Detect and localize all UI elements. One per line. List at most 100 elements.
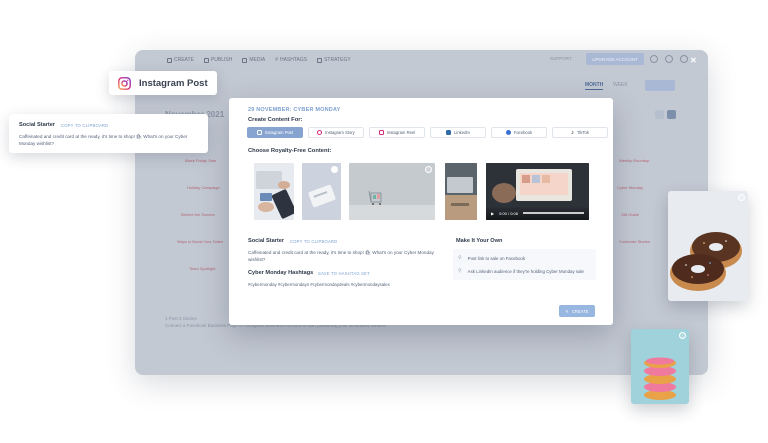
lightbulb-icon: ⚲ <box>458 268 462 274</box>
copy-to-clipboard-link[interactable]: COPY TO CLIPBOARD <box>290 239 337 244</box>
support-link[interactable]: SUPPORT <box>550 56 572 61</box>
topbar-strategy[interactable]: STRATEGY <box>317 57 351 63</box>
tab-facebook[interactable]: Facebook <box>491 127 547 138</box>
settings-icon[interactable] <box>665 55 673 63</box>
ghost-post: Black Friday Sale <box>185 158 217 163</box>
notification-icon[interactable] <box>650 55 658 63</box>
social-starter-title: Social Starter <box>248 238 285 244</box>
close-icon[interactable]: ✕ <box>690 56 697 65</box>
instagram-story-icon <box>317 130 323 135</box>
choose-content-heading: Choose Royalty-Free Content: <box>248 148 332 154</box>
tab-week[interactable]: WEEK <box>613 82 628 88</box>
hash-icon: # <box>275 57 278 63</box>
tab-linkedin[interactable]: LinkedIn <box>430 127 486 138</box>
shopping-cart-image <box>349 163 435 220</box>
facebook-icon <box>505 130 511 135</box>
topbar-media[interactable]: MEDIA <box>242 57 265 63</box>
view-toggle[interactable] <box>655 110 676 119</box>
select-circle-icon[interactable] <box>679 332 686 339</box>
list-view-icon[interactable] <box>655 110 664 119</box>
media-laptop-desk[interactable] <box>445 163 477 220</box>
tab-label: Instagram Story <box>325 130 355 135</box>
make-it-your-own-box: ⚲ Post link to sale on Facebook ⚲ Ask Li… <box>453 249 596 280</box>
tab-label: Instagram Reel <box>386 130 416 135</box>
list-item-text: Ask LinkedIn audience if they're holding… <box>467 268 584 274</box>
video-progress[interactable] <box>522 212 584 214</box>
tab-label: TikTok <box>577 130 589 135</box>
linkedin-icon <box>446 130 452 135</box>
social-starter-card: Social Starter COPY TO CLIPBOARD Caffein… <box>9 114 208 153</box>
upgrade-button[interactable]: UPGRADE ACCOUNT <box>586 53 644 65</box>
media-laptop-phone[interactable] <box>254 163 294 220</box>
instagram-post-title: Instagram Post <box>139 77 208 89</box>
ghost-post: Cyber Monday <box>617 185 644 190</box>
strategy-icon <box>317 57 323 63</box>
tab-label: Facebook <box>513 130 533 135</box>
ghost-post: Customer Stories <box>619 239 650 244</box>
tab-label: Instagram Post <box>264 130 294 135</box>
app-topbar: CREATE PUBLISH MEDIA # HASHTAGS STRATEGY … <box>135 50 708 70</box>
grid-view-icon[interactable] <box>667 110 676 119</box>
ghost-post: Holiday Campaign <box>187 185 220 190</box>
instagram-icon <box>118 76 131 90</box>
topbar-publish[interactable]: PUBLISH <box>203 57 233 63</box>
select-circle-icon[interactable] <box>738 194 745 201</box>
tab-instagram-post[interactable]: Instagram Post <box>247 127 303 138</box>
stage: CREATE PUBLISH MEDIA # HASHTAGS STRATEGY … <box>0 0 768 443</box>
account-icon[interactable] <box>680 55 688 63</box>
today-button[interactable] <box>645 80 675 91</box>
instagram-reel-icon <box>378 130 384 135</box>
tab-tiktok[interactable]: ♪ TikTok <box>552 127 608 138</box>
donuts-image <box>668 191 748 301</box>
instagram-post-card: Instagram Post <box>109 71 217 95</box>
topbar-publish-label: PUBLISH <box>210 57 233 63</box>
donut-image-card[interactable] <box>668 191 748 301</box>
donut-stack-card[interactable] <box>631 329 689 404</box>
publish-icon <box>203 57 209 63</box>
create-content-modal: 29 NOVEMBER: CYBER MONDAY Create Content… <box>229 98 613 325</box>
select-circle-icon[interactable] <box>425 166 432 173</box>
topbar-create[interactable]: CREATE <box>167 57 194 63</box>
topbar-create-label: CREATE <box>174 57 194 63</box>
video-controls[interactable]: ▶ 0:00 / 0:08 <box>486 206 589 220</box>
hashtags-title: Cyber Monday Hashtags <box>248 270 314 276</box>
starter-card-title: Social Starter <box>19 122 56 128</box>
tab-instagram-story[interactable]: Instagram Story <box>308 127 364 138</box>
ghost-post: Behind the Scenes <box>181 212 215 217</box>
tab-instagram-reel[interactable]: Instagram Reel <box>369 127 425 138</box>
create-icon <box>167 57 172 63</box>
lightbulb-icon: ⚲ <box>458 255 462 261</box>
tab-month[interactable]: MONTH <box>585 82 604 90</box>
starter-card-copy-link[interactable]: COPY TO CLIPBOARD <box>61 123 108 128</box>
topbar-strategy-label: STRATEGY <box>324 57 351 63</box>
create-content-heading: Create Content For: <box>248 117 303 123</box>
save-to-hashtag-set-link[interactable]: SAVE TO HASHTAG SET <box>318 271 370 276</box>
topbar-hashtags[interactable]: # HASHTAGS <box>275 57 307 63</box>
list-item: ⚲ Post link to sale on Facebook <box>458 255 525 261</box>
media-shopping-cart[interactable] <box>349 163 435 220</box>
make-it-your-own-title: Make It Your Own <box>456 238 503 244</box>
instagram-icon <box>256 130 262 135</box>
list-item-text: Post link to sale on Facebook <box>467 255 526 261</box>
create-button[interactable]: ✎ CREATE <box>559 305 595 317</box>
list-item: ⚲ Ask LinkedIn audience if they're holdi… <box>458 268 584 274</box>
media-gift-card[interactable] <box>302 163 341 220</box>
topbar-media-label: MEDIA <box>249 57 266 63</box>
ghost-post: Weekly Roundup <box>619 158 650 163</box>
selected-check-icon[interactable] <box>331 166 338 173</box>
starter-card-text: Caffeinated and credit card at the ready… <box>19 134 188 146</box>
media-icon <box>242 57 248 63</box>
tiktok-icon: ♪ <box>571 129 575 136</box>
ghost-post: Team Spotlight <box>189 266 216 271</box>
content-type-tabs: Instagram Post Instagram Story Instagram… <box>247 127 608 138</box>
laptop-desk-image <box>445 163 477 220</box>
social-starter-text: Caffeinated and credit card at the ready… <box>248 250 434 262</box>
media-video[interactable]: ▶ 0:00 / 0:08 <box>486 163 589 220</box>
ghost-post: Gift Guide <box>621 212 640 217</box>
modal-date: 29 NOVEMBER: CYBER MONDAY <box>248 107 341 113</box>
ghost-post: Ways to Boost Your Sales <box>177 239 223 244</box>
donut-stack-image <box>631 329 689 404</box>
tab-label: LinkedIn <box>454 130 470 135</box>
play-icon[interactable]: ▶ <box>491 211 494 216</box>
topbar-hashtags-label: HASHTAGS <box>279 57 308 63</box>
